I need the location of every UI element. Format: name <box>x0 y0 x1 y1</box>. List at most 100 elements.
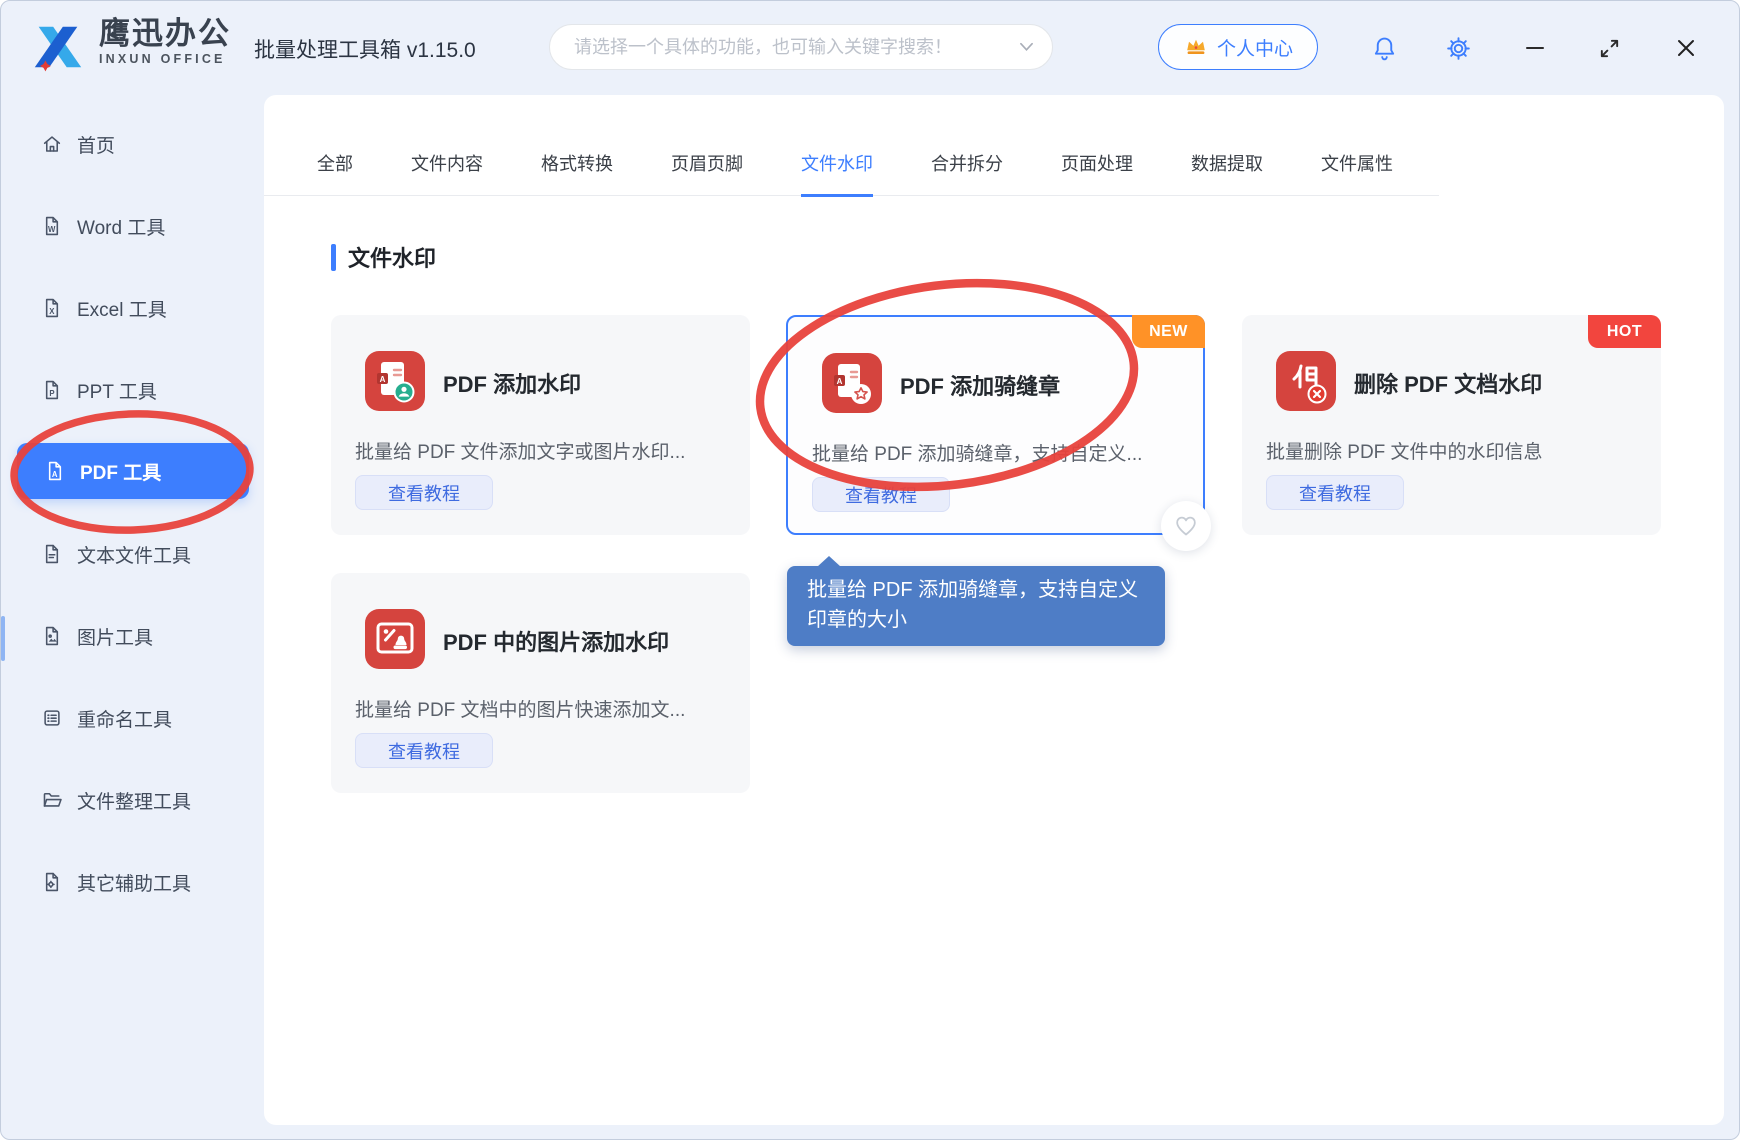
brand-name-en: INXUN OFFICE <box>99 51 259 67</box>
tab-page-process[interactable]: 页面处理 <box>1061 150 1133 197</box>
app-title: 批量处理工具箱 v1.15.0 <box>254 34 476 64</box>
sidebar-item-rename-tools[interactable]: 重命名工具 <box>1 690 263 746</box>
favorite-button[interactable] <box>1161 501 1211 551</box>
hot-badge: HOT <box>1588 315 1661 348</box>
section-accent-bar <box>331 244 336 271</box>
sidebar-item-home[interactable]: 首页 <box>1 116 263 172</box>
image-file-icon <box>41 625 63 647</box>
sidebar-item-label: Word 工具 <box>77 213 165 240</box>
minimize-icon <box>1523 36 1547 60</box>
header: 鹰迅办公 INXUN OFFICE 批量处理工具箱 v1.15.0 个人中心 <box>1 1 1739 95</box>
view-tutorial-button[interactable]: 查看教程 <box>1266 475 1404 510</box>
card-description: 批量给 PDF 文档中的图片快速添加文... <box>355 695 733 722</box>
sidebar-item-image-tools[interactable]: 图片工具 <box>1 608 263 664</box>
pdf-paging-seal-icon: A <box>822 353 882 413</box>
view-tutorial-button[interactable]: 查看教程 <box>812 477 950 512</box>
card-pdf-image-add-watermark[interactable]: PDF 中的图片添加水印 批量给 PDF 文档中的图片快速添加文... 查看教程 <box>331 573 750 793</box>
close-icon <box>1674 36 1698 60</box>
app-logo-icon <box>29 18 87 76</box>
card-remove-pdf-watermark[interactable]: 删除 PDF 文档水印 批量删除 PDF 文件中的水印信息 查看教程 HOT <box>1242 315 1661 535</box>
search-input[interactable] <box>572 36 1011 59</box>
sidebar-item-label: 重命名工具 <box>77 705 172 732</box>
svg-text:X: X <box>49 307 55 316</box>
card-description: 批量给 PDF 文件添加文字或图片水印... <box>355 437 733 464</box>
sidebar-item-label: 图片工具 <box>77 623 153 650</box>
brand: 鹰迅办公 INXUN OFFICE <box>99 17 259 67</box>
svg-text:P: P <box>49 389 54 398</box>
app-window: 鹰迅办公 INXUN OFFICE 批量处理工具箱 v1.15.0 个人中心 <box>0 0 1740 1140</box>
sidebar-item-word-tools[interactable]: W Word 工具 <box>1 198 263 254</box>
card-title: PDF 中的图片添加水印 <box>443 625 669 657</box>
minimize-button[interactable] <box>1518 31 1552 65</box>
sidebar: 首页 W Word 工具 X Excel 工具 P PPT 工具 A PDF 工… <box>1 95 263 1139</box>
folder-icon <box>41 789 63 811</box>
tab-merge-split[interactable]: 合并拆分 <box>931 150 1003 197</box>
tooltip-text-line1: 批量给 PDF 添加骑缝章，支持自定义 <box>807 575 1145 605</box>
ppt-file-icon: P <box>41 379 63 401</box>
section-header: 文件水印 <box>331 241 436 273</box>
section-title: 文件水印 <box>348 241 436 273</box>
sidebar-item-pdf-tools[interactable]: A PDF 工具 <box>17 443 249 499</box>
sidebar-item-misc-tools[interactable]: 其它辅助工具 <box>1 854 263 910</box>
sidebar-scrollbar[interactable] <box>1 616 5 661</box>
tab-data-extract[interactable]: 数据提取 <box>1191 150 1263 197</box>
sidebar-item-label: PDF 工具 <box>80 458 161 485</box>
excel-file-icon: X <box>41 297 63 319</box>
personal-center-button[interactable]: 个人中心 <box>1158 24 1318 70</box>
maximize-icon <box>1598 37 1621 60</box>
tab-file-content[interactable]: 文件内容 <box>411 150 483 197</box>
tab-file-properties[interactable]: 文件属性 <box>1321 150 1393 197</box>
card-pdf-add-watermark[interactable]: A PDF 添加水印 批量给 PDF 文件添加文字或图片水印... 查看教程 <box>331 315 750 535</box>
tab-format-convert[interactable]: 格式转换 <box>541 150 613 197</box>
rename-list-icon <box>41 707 63 729</box>
tab-all[interactable]: 全部 <box>317 150 353 197</box>
close-button[interactable] <box>1669 31 1703 65</box>
sidebar-item-label: 文本文件工具 <box>77 541 191 568</box>
crown-icon <box>1183 35 1209 59</box>
sidebar-item-label: 其它辅助工具 <box>77 869 191 896</box>
misc-tools-icon <box>41 871 63 893</box>
sidebar-item-ppt-tools[interactable]: P PPT 工具 <box>1 362 263 418</box>
heart-icon <box>1174 515 1198 537</box>
pdf-file-icon: A <box>44 460 66 482</box>
svg-text:A: A <box>380 375 386 384</box>
category-tabs: 全部 文件内容 格式转换 页眉页脚 文件水印 合并拆分 页面处理 数据提取 文件… <box>264 95 1439 196</box>
notifications-button[interactable] <box>1367 31 1401 65</box>
view-tutorial-button[interactable]: 查看教程 <box>355 733 493 768</box>
chevron-down-icon <box>1019 42 1034 52</box>
tab-file-watermark[interactable]: 文件水印 <box>801 150 873 197</box>
sidebar-item-label: 文件整理工具 <box>77 787 191 814</box>
maximize-button[interactable] <box>1592 31 1626 65</box>
card-title: 删除 PDF 文档水印 <box>1354 367 1542 399</box>
view-tutorial-button[interactable]: 查看教程 <box>355 475 493 510</box>
tooltip-text-line2: 印章的大小 <box>807 605 1145 635</box>
tab-header-footer[interactable]: 页眉页脚 <box>671 150 743 197</box>
remove-watermark-icon <box>1276 351 1336 411</box>
home-icon <box>41 133 63 155</box>
bell-icon <box>1371 35 1398 62</box>
brand-name-cn: 鹰迅办公 <box>99 17 259 51</box>
sidebar-item-label: PPT 工具 <box>77 377 157 404</box>
pdf-image-watermark-icon <box>365 609 425 669</box>
settings-button[interactable] <box>1441 31 1475 65</box>
svg-text:A: A <box>837 377 843 386</box>
card-title: PDF 添加水印 <box>443 367 581 399</box>
card-description: 批量给 PDF 添加骑缝章，支持自定义... <box>812 439 1190 466</box>
pdf-add-watermark-icon: A <box>365 351 425 411</box>
sidebar-item-excel-tools[interactable]: X Excel 工具 <box>1 280 263 336</box>
text-file-icon <box>41 543 63 565</box>
svg-text:W: W <box>48 225 56 234</box>
personal-center-label: 个人中心 <box>1217 34 1293 61</box>
sidebar-item-label: Excel 工具 <box>77 295 167 322</box>
word-file-icon: W <box>41 215 63 237</box>
sidebar-item-text-file-tools[interactable]: 文本文件工具 <box>1 526 263 582</box>
svg-text:A: A <box>52 470 58 479</box>
card-pdf-add-paging-seal[interactable]: A PDF 添加骑缝章 批量给 PDF 添加骑缝章，支持自定义... 查看教程 … <box>786 315 1205 535</box>
sidebar-item-file-organize-tools[interactable]: 文件整理工具 <box>1 772 263 828</box>
card-title: PDF 添加骑缝章 <box>900 369 1060 401</box>
new-badge: NEW <box>1132 315 1205 348</box>
function-search-box[interactable] <box>549 24 1053 70</box>
sidebar-item-label: 首页 <box>77 131 115 158</box>
card-tooltip: 批量给 PDF 添加骑缝章，支持自定义 印章的大小 <box>787 566 1165 646</box>
gear-icon <box>1445 35 1472 62</box>
